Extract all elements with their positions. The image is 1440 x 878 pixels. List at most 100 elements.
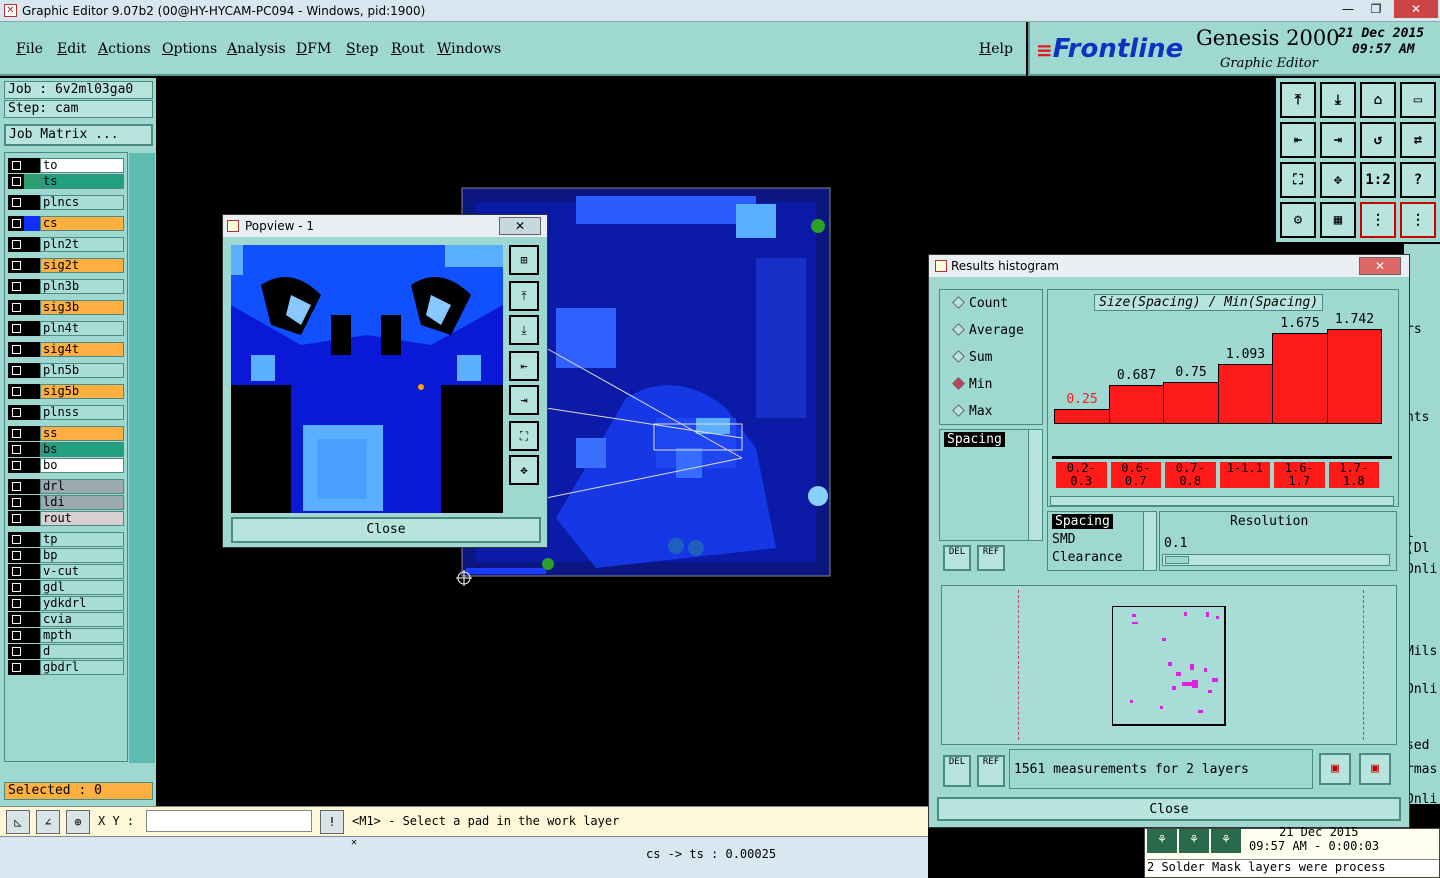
- layer-name[interactable]: sig3b: [40, 300, 124, 315]
- histogram-bar[interactable]: [1217, 363, 1273, 424]
- layer-checkbox[interactable]: [8, 279, 24, 294]
- job-matrix-button[interactable]: Job Matrix ...: [4, 124, 153, 146]
- layer-name[interactable]: cs: [40, 216, 124, 231]
- histogram-bar[interactable]: [1108, 385, 1164, 424]
- layer-row-ts[interactable]: ts: [8, 174, 124, 189]
- category-smd[interactable]: SMD: [1052, 532, 1075, 547]
- layer-name[interactable]: pln4t: [40, 321, 124, 336]
- layer-color-swatch[interactable]: [24, 660, 40, 675]
- layer-row-bs[interactable]: bs: [8, 442, 124, 457]
- layer-name[interactable]: plnss: [40, 405, 124, 420]
- layer-color-swatch[interactable]: [24, 495, 40, 510]
- layer-row-ydkdrl[interactable]: ydkdrl: [8, 596, 124, 611]
- close-window-button[interactable]: ✕: [1394, 0, 1438, 18]
- histogram-close-button[interactable]: Close: [937, 797, 1401, 821]
- layer-name[interactable]: tp: [40, 532, 124, 547]
- pv-down-icon[interactable]: ⤓: [509, 315, 539, 345]
- layer-row-d[interactable]: d: [8, 644, 124, 659]
- layer-color-swatch[interactable]: [24, 158, 40, 173]
- layer-row-ldi[interactable]: ldi: [8, 495, 124, 510]
- show-selected-icon[interactable]: ▣: [1359, 753, 1391, 785]
- layer-color-swatch[interactable]: [24, 195, 40, 210]
- layer-color-swatch[interactable]: [24, 458, 40, 473]
- menu-help[interactable]: Help: [979, 41, 1013, 57]
- mirror-icon[interactable]: ↺: [1360, 122, 1396, 158]
- layer-name[interactable]: ss: [40, 426, 124, 441]
- angle-icon[interactable]: ∠: [36, 810, 60, 834]
- option-average[interactable]: Average: [952, 323, 1024, 338]
- layer-name[interactable]: ts: [40, 174, 124, 189]
- layer-row-drl[interactable]: drl: [8, 479, 124, 494]
- layer-row-sig3b[interactable]: sig3b: [8, 300, 124, 315]
- layer-name[interactable]: sig2t: [40, 258, 124, 273]
- histogram-bar[interactable]: [1054, 408, 1110, 424]
- category-spacing[interactable]: Spacing: [1052, 514, 1113, 529]
- layer-checkbox[interactable]: [8, 258, 24, 273]
- menu-actions[interactable]: Actions: [98, 41, 151, 57]
- pan-left-icon[interactable]: ⇤: [1280, 122, 1316, 158]
- ref-button-left[interactable]: REF: [977, 545, 1005, 571]
- layer-row-rout[interactable]: rout: [8, 511, 124, 526]
- layer-color-swatch[interactable]: [24, 363, 40, 378]
- snap-icon[interactable]: ⊕: [66, 810, 90, 834]
- layer-color-swatch[interactable]: [24, 237, 40, 252]
- layer-checkbox[interactable]: [8, 458, 24, 473]
- category-scrollbar[interactable]: [1143, 511, 1157, 571]
- layer-name[interactable]: gdl: [40, 580, 124, 595]
- layer-name[interactable]: pln5b: [40, 363, 124, 378]
- layer-row-sig4t[interactable]: sig4t: [8, 342, 124, 357]
- layer-color-swatch[interactable]: [24, 564, 40, 579]
- home-icon[interactable]: ⌂: [1360, 82, 1396, 118]
- layer-color-swatch[interactable]: [24, 548, 40, 563]
- layer-color-swatch[interactable]: [24, 279, 40, 294]
- ref-button-bottom[interactable]: REF: [977, 755, 1005, 787]
- layers-alt-icon[interactable]: ⋮: [1400, 202, 1436, 238]
- layer-checkbox[interactable]: [8, 342, 24, 357]
- zoom-bottom-icon[interactable]: ⤓: [1320, 82, 1356, 118]
- pv-center-icon[interactable]: ✥: [509, 455, 539, 485]
- show-all-icon[interactable]: ▣: [1319, 753, 1351, 785]
- layer-checkbox[interactable]: [8, 660, 24, 675]
- layer-name[interactable]: ldi: [40, 495, 124, 510]
- layer-row-pln3b[interactable]: pln3b: [8, 279, 124, 294]
- layer-checkbox[interactable]: [8, 237, 24, 252]
- layer-color-swatch[interactable]: [24, 216, 40, 231]
- layer-color-swatch[interactable]: [24, 442, 40, 457]
- layer-list-scrollbar[interactable]: [129, 153, 155, 763]
- option-count[interactable]: Count: [952, 296, 1008, 311]
- layer-checkbox[interactable]: [8, 596, 24, 611]
- menu-edit[interactable]: Edit: [57, 41, 86, 57]
- menu-windows[interactable]: Windows: [437, 41, 501, 57]
- menu-options[interactable]: Options: [162, 41, 217, 57]
- layer-name[interactable]: v-cut: [40, 564, 124, 579]
- pv-right-icon[interactable]: ⇥: [509, 385, 539, 415]
- layer-checkbox[interactable]: [8, 564, 24, 579]
- layer-name[interactable]: plncs: [40, 195, 124, 210]
- fit-icon[interactable]: ⛶: [1280, 162, 1316, 198]
- layer-row-gdl[interactable]: gdl: [8, 580, 124, 595]
- menu-analysis[interactable]: Analysis: [227, 41, 286, 57]
- layer-color-swatch[interactable]: [24, 511, 40, 526]
- menu-step[interactable]: Step: [346, 41, 378, 57]
- pan-right-icon[interactable]: ⇥: [1320, 122, 1356, 158]
- layer-name[interactable]: rout: [40, 511, 124, 526]
- log-icon-2[interactable]: ⚘: [1179, 829, 1209, 853]
- layer-color-swatch[interactable]: [24, 174, 40, 189]
- layer-checkbox[interactable]: [8, 195, 24, 210]
- layer-checkbox[interactable]: [8, 628, 24, 643]
- menu-rout[interactable]: Rout: [391, 41, 425, 57]
- histogram-bar[interactable]: [1272, 332, 1328, 424]
- layer-checkbox[interactable]: [8, 426, 24, 441]
- menu-dfm[interactable]: DFM: [296, 41, 331, 57]
- layer-name[interactable]: sig4t: [40, 342, 124, 357]
- layer-checkbox[interactable]: [8, 363, 24, 378]
- help-icon[interactable]: ?: [1400, 162, 1436, 198]
- layer-name[interactable]: pln2t: [40, 237, 124, 252]
- layer-checkbox[interactable]: [8, 479, 24, 494]
- popview-close-button[interactable]: Close: [231, 517, 541, 543]
- popview-canvas[interactable]: [231, 245, 503, 513]
- pv-zoom-in-icon[interactable]: ⊞: [509, 245, 539, 275]
- layer-row-pln4t[interactable]: pln4t: [8, 321, 124, 336]
- layer-checkbox[interactable]: [8, 321, 24, 336]
- zoom-top-icon[interactable]: ⤒: [1280, 82, 1316, 118]
